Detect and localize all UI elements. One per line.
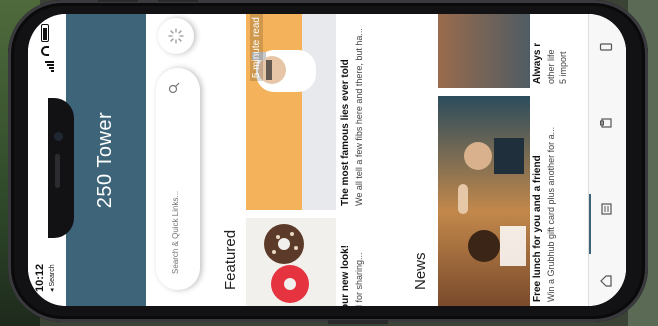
featured-carousel[interactable]: our new look! d for sharing... 5 minute …: [246, 14, 412, 306]
featured-card-desc: d for sharing...: [354, 252, 364, 306]
quick-links-button[interactable]: [158, 18, 194, 54]
phone-frame: 10:12 ◂ Search 250 Tower Search & Quick …: [8, 0, 648, 324]
news-card-title: Free lunch for you and a friend: [532, 155, 543, 302]
read-time-badge: 5 minute read: [250, 14, 263, 82]
friends-highfive-image: [438, 96, 530, 306]
bottom-nav-bar: [588, 14, 626, 306]
featured-card[interactable]: our new look! d for sharing...: [246, 218, 364, 306]
bookmark-icon[interactable]: [599, 116, 613, 130]
featured-card-title: our new look!: [340, 245, 351, 306]
spinner-icon: [168, 28, 184, 44]
search-box[interactable]: [156, 68, 200, 290]
building-name: 250 Tower: [94, 111, 116, 209]
news-card-desc: other life: [546, 49, 556, 84]
news-card[interactable]: Always r other life 5 import: [438, 14, 568, 88]
signal-icon: [36, 60, 54, 72]
home-icon[interactable]: [599, 274, 613, 288]
news-card-meta: 5 import: [558, 51, 568, 84]
active-tab-indicator: [589, 194, 591, 254]
phone-screen: 10:12 ◂ Search 250 Tower Search & Quick …: [28, 14, 626, 306]
volume-button: [98, 0, 138, 2]
news-card-desc: Win a Grubhub gift card plus another for…: [546, 126, 556, 302]
camera-lens: [54, 132, 63, 141]
volume-button: [158, 0, 198, 2]
donut-image: [246, 218, 336, 306]
notch: [48, 98, 74, 238]
news-card[interactable]: Free lunch for you and a friend Win a Gr…: [438, 96, 556, 306]
status-icons: [36, 24, 54, 72]
back-to-search-link[interactable]: ◂ Search: [48, 264, 56, 292]
featured-heading: Featured: [222, 229, 239, 290]
featured-card-title: The most famous lies ever told: [340, 59, 351, 206]
news-icon[interactable]: [599, 202, 613, 216]
search-input[interactable]: [170, 102, 181, 276]
news-heading: News: [412, 252, 429, 290]
device-icon[interactable]: [599, 40, 613, 54]
app-header: 250 Tower: [66, 14, 146, 306]
search-row: [146, 14, 218, 306]
status-time: 10:12: [34, 263, 46, 292]
featured-card[interactable]: 5 minute read The most famous lies ever …: [246, 14, 364, 210]
wifi-icon: [41, 46, 49, 56]
news-card-image: [438, 14, 530, 88]
speaker-grille: [55, 154, 60, 188]
app-portrait-view: 10:12 ◂ Search 250 Tower Search & Quick …: [28, 14, 626, 306]
power-button: [328, 320, 388, 324]
search-icon[interactable]: [168, 82, 180, 94]
news-card-title: Always r: [532, 42, 543, 84]
battery-icon: [41, 24, 49, 42]
lies-article-image: 5 minute read: [246, 14, 336, 210]
featured-card-desc: We all tell a few fibs here and there, b…: [354, 28, 364, 206]
